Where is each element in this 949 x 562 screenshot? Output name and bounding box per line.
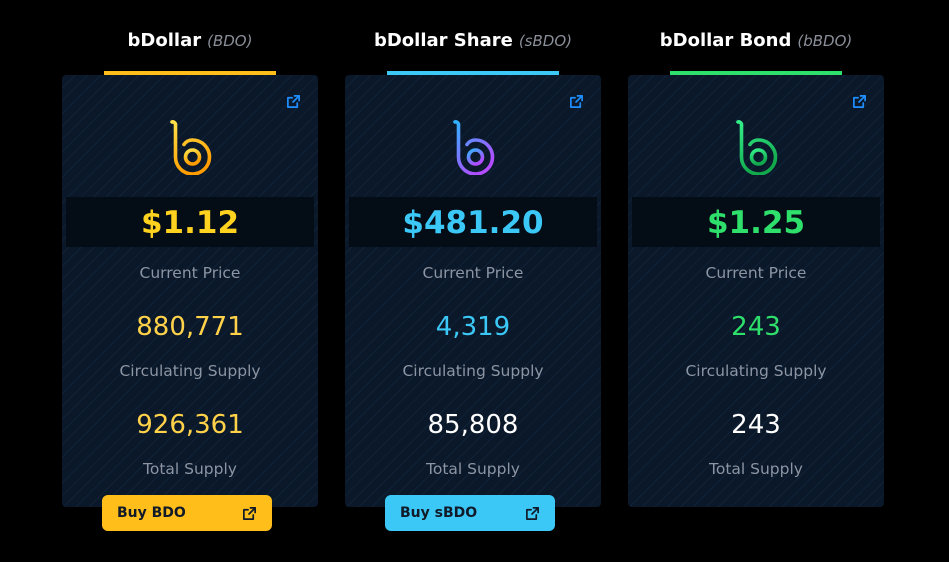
external-link-icon (243, 506, 256, 520)
token-card: $1.25 Current Price 243 Circulating Supp… (628, 75, 884, 507)
total-supply-label: Total Supply (143, 460, 237, 478)
external-link-icon (526, 506, 539, 520)
token-symbol: (sBDO) (518, 32, 572, 50)
token-header: bDollar Bond (bBDO) (628, 30, 884, 64)
buy-button-label: Buy BDO (117, 505, 186, 521)
current-price-value: $1.25 (632, 197, 880, 247)
bdollar-share-logo-icon (453, 120, 495, 175)
token-symbol: (bBDO) (797, 32, 853, 50)
token-name: bDollar Share (373, 30, 513, 51)
total-supply-value: 85,808 (427, 410, 519, 440)
buy-sbdo-button[interactable]: Buy sBDO (385, 495, 555, 531)
bdollar-bond-logo-icon (736, 120, 778, 175)
total-supply-label: Total Supply (709, 460, 803, 478)
circulating-supply-value: 243 (731, 312, 781, 342)
total-supply-label: Total Supply (426, 460, 520, 478)
buy-button-label: Buy sBDO (400, 505, 478, 521)
token-name: bDollar Bond (659, 30, 792, 51)
current-price-label: Current Price (139, 264, 241, 282)
token-header: bDollar Share (sBDO) (345, 30, 601, 64)
token-header: bDollar (BDO) (62, 30, 318, 64)
buy-bdo-button[interactable]: Buy BDO (102, 495, 272, 531)
current-price-label: Current Price (705, 264, 807, 282)
total-supply-value: 243 (731, 410, 781, 440)
current-price-value: $481.20 (349, 197, 597, 247)
current-price-label: Current Price (422, 264, 524, 282)
circulating-supply-value: 4,319 (435, 312, 511, 342)
token-card: $1.12 Current Price 880,771 Circulating … (62, 75, 318, 507)
token-symbol: (BDO) (207, 32, 253, 50)
current-price-value: $1.12 (66, 197, 314, 247)
token-card: $481.20 Current Price 4,319 Circulating … (345, 75, 601, 507)
token-name: bDollar (127, 30, 202, 51)
circulating-supply-label: Circulating Supply (685, 362, 827, 380)
external-link-icon[interactable] (286, 94, 301, 109)
circulating-supply-value: 880,771 (136, 312, 244, 342)
bdollar-logo-icon (170, 120, 212, 175)
external-link-icon[interactable] (852, 94, 867, 109)
circulating-supply-label: Circulating Supply (402, 362, 544, 380)
total-supply-value: 926,361 (136, 410, 244, 440)
external-link-icon[interactable] (569, 94, 584, 109)
circulating-supply-label: Circulating Supply (119, 362, 261, 380)
